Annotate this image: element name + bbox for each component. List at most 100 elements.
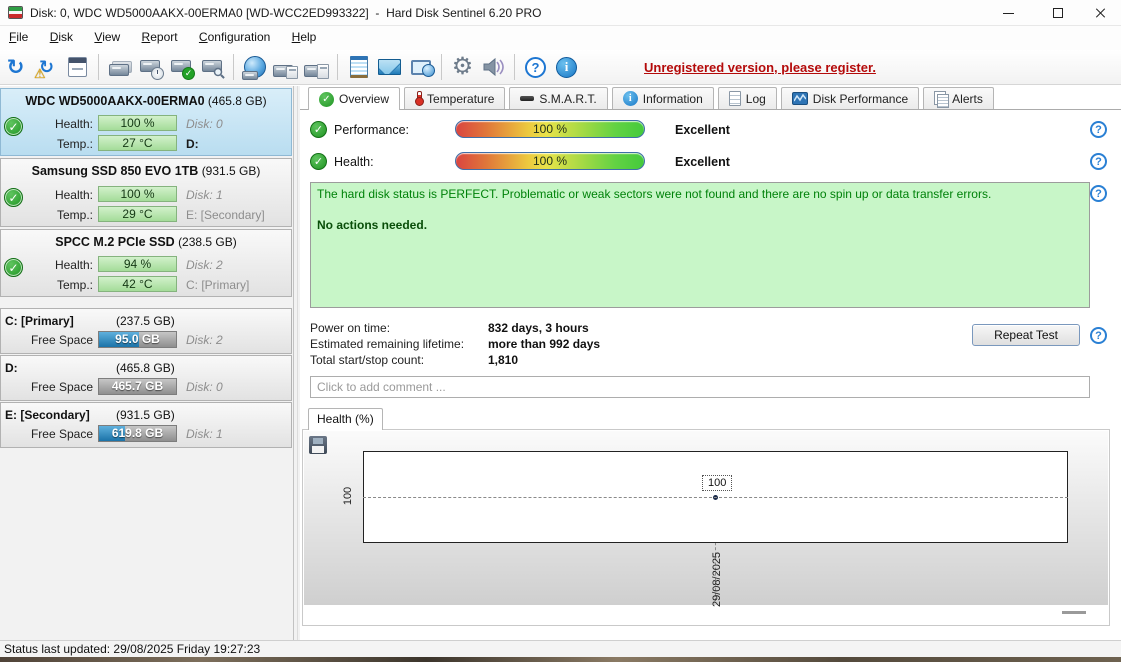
help-icon[interactable]: ?: [522, 54, 549, 81]
bottom-edge-strip: [0, 657, 1121, 662]
remaining-lifetime-label: Estimated remaining lifetime:: [310, 337, 465, 351]
temp-bar: 42 °C: [98, 276, 177, 292]
start-stop-count-label: Total start/stop count:: [310, 353, 425, 367]
partition-name: E: [Secondary]: [5, 408, 90, 422]
disk-schedule-icon[interactable]: [137, 54, 164, 81]
power-on-time-label: Power on time:: [310, 321, 391, 335]
info-circle-icon: i: [622, 91, 638, 106]
menu-configuration[interactable]: Configuration: [190, 26, 279, 48]
toolbar-separator: [514, 54, 515, 80]
partition-size: (931.5 GB): [116, 408, 175, 422]
smart-dash-icon: [520, 96, 535, 101]
disk-item-wdc[interactable]: WDC WD5000AAKX-00ERMA0 (465.8 GB) ✓ Heal…: [0, 88, 292, 156]
partition-item-e[interactable]: E: [Secondary] (931.5 GB) Free Space 619…: [0, 402, 292, 448]
temp-label: Temp.:: [56, 137, 93, 151]
free-space-bar: 465.7 GB: [98, 378, 177, 395]
network-monitor-icon[interactable]: [407, 54, 435, 81]
tab-overview[interactable]: ✓ Overview: [308, 87, 401, 110]
tab-log[interactable]: Log: [717, 87, 777, 109]
tab-bar: ✓ Overview Temperature S.M.A.R.T. i Inform…: [308, 87, 998, 110]
analyse-disks-icon[interactable]: ↻ ⚠: [33, 54, 60, 81]
report-icon[interactable]: [64, 54, 91, 81]
tab-information[interactable]: i Information: [611, 87, 714, 109]
refresh-icon[interactable]: ↻: [2, 54, 29, 81]
disk-number: Disk: 1: [186, 188, 223, 202]
drive-letter: E: [Secondary]: [186, 208, 265, 222]
menu-help[interactable]: Help: [283, 26, 326, 48]
overview-panel: ✓ Performance: 100 % Excellent ? ✓ Healt…: [300, 110, 1121, 640]
partition-name: C: [Primary]: [5, 314, 74, 328]
sounds-icon[interactable]: [480, 54, 507, 81]
disk-number: Disk: 2: [186, 258, 223, 272]
menu-view[interactable]: View: [85, 26, 129, 48]
save-chart-icon[interactable]: [309, 436, 327, 454]
health-bar: 100 %: [98, 115, 177, 131]
health-bar: 100 %: [98, 186, 177, 202]
minimize-button[interactable]: [988, 0, 1028, 26]
unregistered-link[interactable]: Unregistered version, please register.: [644, 60, 876, 75]
toolbar-separator: [98, 54, 99, 80]
partition-item-d[interactable]: D: (465.8 GB) Free Space 465.7 GB Disk: …: [0, 355, 292, 401]
performance-gauge: 100 %: [455, 120, 645, 138]
send-email-icon[interactable]: [376, 54, 403, 81]
disk-eject-icon[interactable]: [272, 54, 299, 81]
disk-name: SPCC M.2 PCIe SSD: [55, 235, 175, 249]
tab-temperature[interactable]: Temperature: [404, 87, 506, 109]
hard-disk-sentinel-window: Disk: 0, WDC WD5000AAKX-00ERMA0 [WD-WCC2…: [0, 0, 1121, 662]
toolbar-separator: [337, 54, 338, 80]
thermometer-icon: [415, 91, 425, 106]
status-action: No actions needed.: [317, 218, 428, 232]
disk-number: Disk: 1: [186, 427, 223, 441]
disk-item-spcc[interactable]: SPCC M.2 PCIe SSD (238.5 GB) ✓ Health: 9…: [0, 229, 292, 297]
disk-status-textbox[interactable]: The hard disk status is PERFECT. Problem…: [310, 182, 1090, 308]
performance-help-icon[interactable]: ?: [1090, 121, 1107, 138]
tab-smart[interactable]: S.M.A.R.T.: [509, 87, 608, 109]
disk-number: Disk: 0: [186, 380, 223, 394]
menu-report[interactable]: Report: [133, 26, 187, 48]
toolbar: ↻ ↻ ⚠ ✓ ⚙ ? i Unregistered version, pleas…: [0, 50, 1121, 85]
log-icon[interactable]: [345, 54, 372, 81]
chart-scrollbar-thumb[interactable]: [1062, 611, 1086, 614]
menu-disk[interactable]: Disk: [41, 26, 82, 48]
comment-input[interactable]: [310, 376, 1090, 398]
health-bar: 94 %: [98, 256, 177, 272]
disk-test-icon[interactable]: ✓: [168, 54, 195, 81]
free-space-label: Free Space: [30, 380, 93, 394]
repeat-test-button[interactable]: Repeat Test: [972, 324, 1080, 346]
close-button[interactable]: [1081, 0, 1121, 26]
disk-connect-icon[interactable]: [303, 54, 330, 81]
remove-disk-icon[interactable]: [106, 54, 133, 81]
status-bar: Status last updated: 29/08/2025 Friday 1…: [0, 640, 1121, 657]
menu-file[interactable]: File: [0, 26, 37, 48]
health-label: Health:: [54, 117, 93, 131]
info-icon[interactable]: i: [553, 54, 580, 81]
temp-bar: 27 °C: [98, 135, 177, 151]
health-ok-icon: ✓: [310, 153, 327, 170]
maximize-button[interactable]: [1038, 0, 1078, 26]
chart-point-label: 100: [702, 475, 733, 491]
settings-gear-icon[interactable]: ⚙: [449, 54, 476, 81]
app-logo-icon: [8, 6, 23, 19]
disk-item-samsung[interactable]: Samsung SSD 850 EVO 1TB (931.5 GB) ✓ Hea…: [0, 158, 292, 227]
health-label: Health:: [334, 155, 374, 169]
disk-size: (931.5 GB): [201, 164, 261, 178]
partition-name: D:: [5, 361, 18, 375]
performance-rating: Excellent: [675, 123, 730, 137]
sidebar-divider: [297, 86, 298, 640]
chart-tab-health[interactable]: Health (%): [308, 408, 383, 430]
status-help-icon[interactable]: ?: [1090, 185, 1107, 202]
temp-bar: 29 °C: [98, 206, 177, 222]
health-label: Health:: [54, 188, 93, 202]
chart-ytick: 100: [342, 486, 355, 506]
health-help-icon[interactable]: ?: [1090, 153, 1107, 170]
disk-size: (238.5 GB): [178, 235, 237, 249]
tab-alerts[interactable]: Alerts: [923, 87, 994, 109]
tab-disk-performance[interactable]: Disk Performance: [780, 87, 920, 109]
chart-icon: [791, 92, 808, 105]
network-disks-icon[interactable]: [241, 54, 268, 81]
repeat-test-help-icon[interactable]: ?: [1090, 327, 1107, 344]
window-title: Disk: 0, WDC WD5000AAKX-00ERMA0 [WD-WCC2…: [30, 6, 542, 20]
disk-surface-scan-icon[interactable]: [199, 54, 226, 81]
partition-item-c[interactable]: C: [Primary] (237.5 GB) Free Space 95.0 …: [0, 308, 292, 354]
disk-size: (465.8 GB): [207, 94, 267, 108]
